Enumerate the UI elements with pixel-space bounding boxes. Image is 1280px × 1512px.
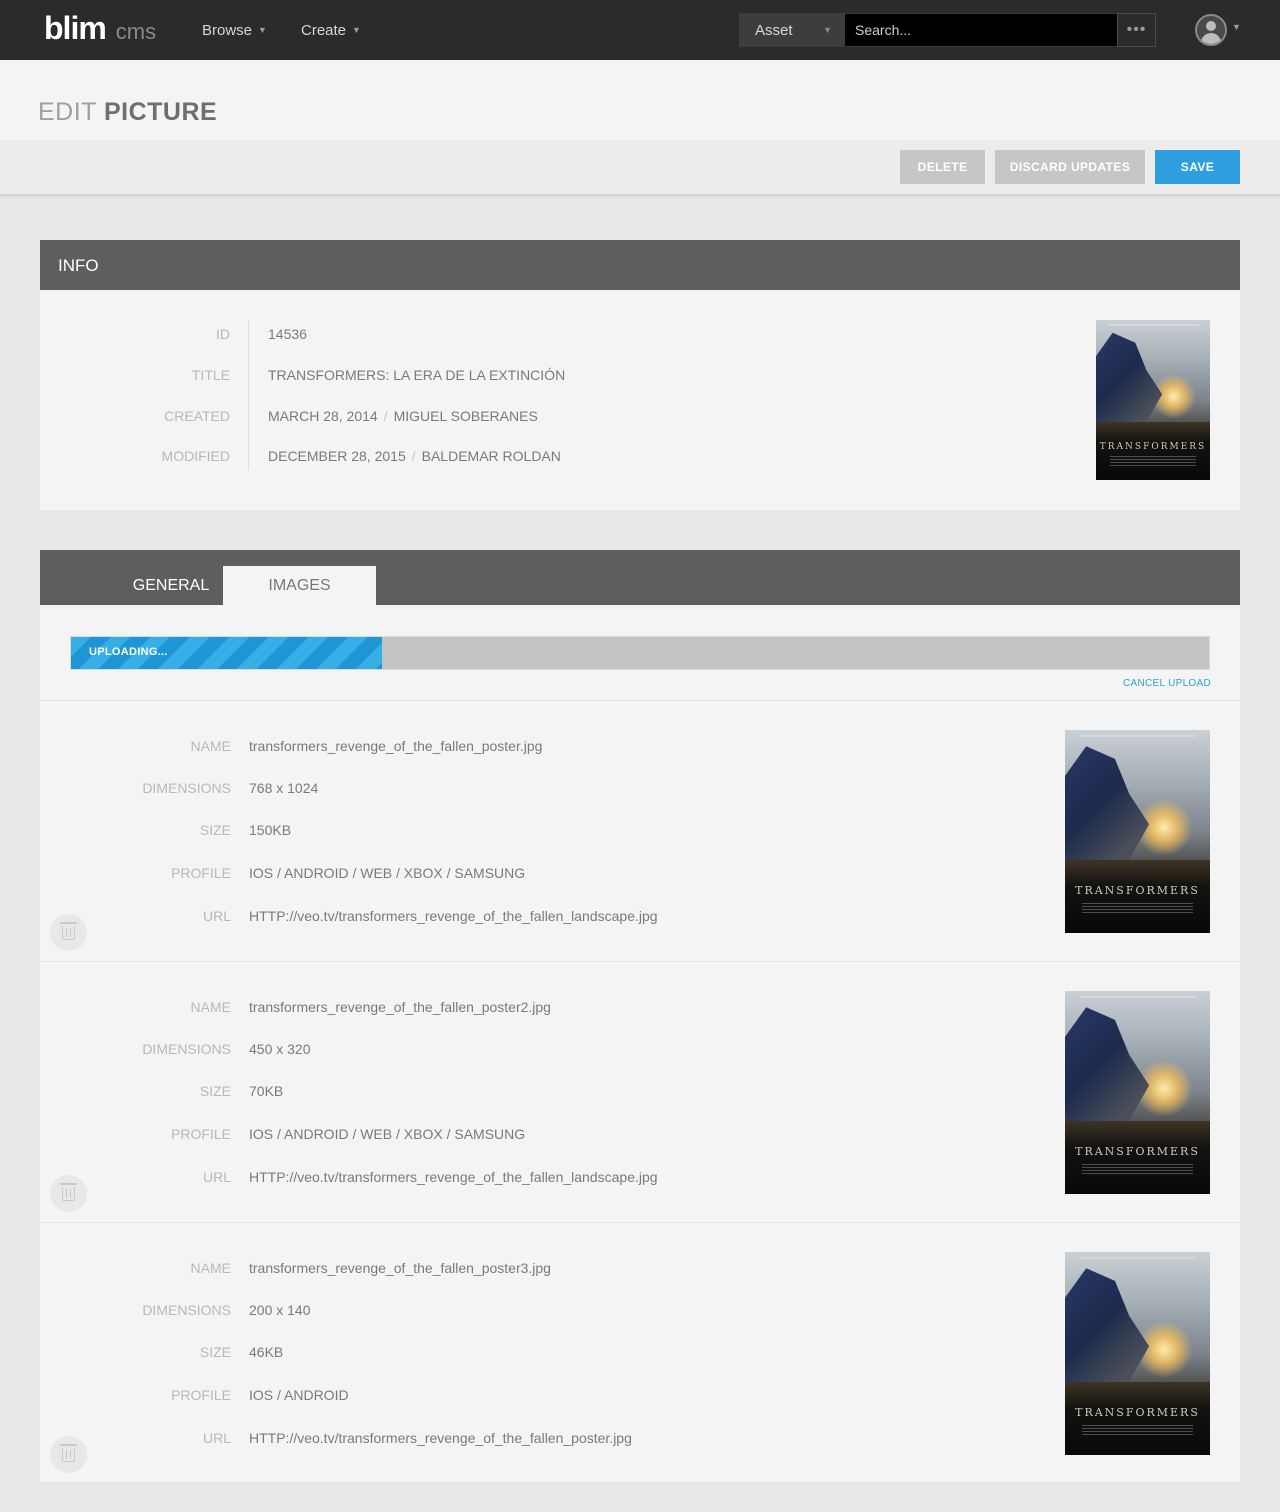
chevron-down-icon: ▼ — [352, 25, 361, 35]
field-label: PROFILE — [171, 865, 231, 881]
image-name: transformers_revenge_of_the_fallen_poste… — [249, 999, 551, 1015]
trash-icon — [60, 921, 77, 940]
image-dimensions: 450 x 320 — [249, 1041, 311, 1057]
cancel-upload-link[interactable]: CANCEL UPLOAD — [1123, 678, 1211, 689]
field-label: NAME — [190, 738, 231, 754]
asset-type-select[interactable]: Asset ▼ — [739, 13, 845, 47]
image-profile: IOS / ANDROID — [249, 1387, 349, 1403]
blim-cms-logo[interactable]: blim cms — [44, 10, 156, 50]
image-thumbnail: TRANSFORMERS — [1065, 991, 1210, 1194]
upload-progress-label: UPLOADING... — [89, 646, 168, 658]
field-label: PROFILE — [171, 1126, 231, 1142]
field-label: SIZE — [199, 822, 231, 838]
image-size: 46KB — [249, 1344, 284, 1360]
top-navbar: blim cms Browse ▼ Create ▼ Asset ▼ ••• ▼ — [0, 0, 1280, 60]
field-label: DIMENSIONS — [142, 780, 231, 796]
image-item: NAME transformers_revenge_of_the_fallen_… — [40, 1223, 1240, 1484]
info-card-body: ID 14536 TITLE TRANSFORMERS: LA ERA DE L… — [40, 290, 1240, 510]
user-avatar[interactable] — [1195, 14, 1227, 46]
delete-image-button[interactable] — [50, 1436, 87, 1473]
image-profile: IOS / ANDROID / WEB / XBOX / SAMSUNG — [249, 1126, 526, 1142]
page-title: EDIT PICTURE — [38, 98, 217, 127]
field-label: PROFILE — [171, 1387, 231, 1403]
info-value: 14536 — [268, 326, 307, 342]
image-url: HTTP://veo.tv/transformers_revenge_of_th… — [249, 1430, 632, 1446]
tab-images[interactable]: IMAGES — [223, 566, 376, 605]
browse-menu-label: Browse — [202, 21, 253, 39]
created-by: MIGUEL SOBERANES — [393, 408, 538, 424]
field-label: SIZE — [199, 1344, 231, 1360]
poster-logo: TRANSFORMERS — [1075, 1145, 1200, 1159]
field-label: DIMENSIONS — [142, 1302, 231, 1318]
page-title-action: EDIT — [38, 98, 97, 126]
chevron-down-icon[interactable]: ▼ — [1232, 22, 1241, 32]
search-group: Asset ▼ ••• — [739, 13, 1156, 47]
separator: / — [383, 408, 388, 424]
logo-sub: cms — [115, 19, 157, 44]
chevron-down-icon: ▼ — [823, 25, 832, 35]
info-card-title: INFO — [58, 256, 99, 275]
image-profile: IOS / ANDROID / WEB / XBOX / SAMSUNG — [249, 865, 526, 881]
discard-updates-button[interactable]: DISCARD UPDATES — [995, 150, 1145, 184]
image-thumbnail: TRANSFORMERS — [1065, 1252, 1210, 1455]
chevron-down-icon: ▼ — [258, 25, 267, 35]
divider — [248, 320, 249, 470]
field-label: NAME — [190, 1260, 231, 1276]
image-name: transformers_revenge_of_the_fallen_poste… — [249, 1260, 551, 1276]
poster-thumbnail: TRANSFORMERS — [1096, 320, 1210, 480]
info-label: MODIFIED — [161, 448, 230, 464]
page-header: EDIT PICTURE — [0, 60, 1280, 140]
info-label: TITLE — [191, 367, 230, 383]
image-url: HTTP://veo.tv/transformers_revenge_of_th… — [249, 908, 658, 924]
trash-icon — [60, 1182, 77, 1201]
image-dimensions: 768 x 1024 — [249, 780, 319, 796]
created-date: MARCH 28, 2014 — [268, 408, 378, 424]
action-bar: DELETE DISCARD UPDATES SAVE — [0, 140, 1280, 194]
info-card-header: INFO — [40, 240, 1240, 290]
poster-logo: TRANSFORMERS — [1099, 441, 1207, 452]
info-value: TRANSFORMERS: LA ERA DE LA EXTINCIÓN — [268, 367, 566, 383]
info-value: MARCH 28, 2014 / MIGUEL SOBERANES — [268, 408, 538, 424]
delete-image-button[interactable] — [50, 914, 87, 951]
save-button[interactable]: SAVE — [1155, 150, 1240, 184]
create-menu[interactable]: Create ▼ — [301, 0, 361, 60]
delete-image-button[interactable] — [50, 1175, 87, 1212]
search-input[interactable] — [845, 13, 1117, 47]
delete-button[interactable]: DELETE — [900, 150, 985, 184]
field-label: DIMENSIONS — [142, 1041, 231, 1057]
image-size: 150KB — [249, 822, 292, 838]
info-label: ID — [216, 326, 230, 342]
trash-icon — [60, 1443, 77, 1462]
tabs-bar: GENERAL IMAGES — [40, 550, 1240, 605]
info-value: DECEMBER 28, 2015 / BALDEMAR ROLDAN — [268, 448, 561, 464]
modified-date: DECEMBER 28, 2015 — [268, 448, 406, 464]
image-size: 70KB — [249, 1083, 284, 1099]
poster-logo: TRANSFORMERS — [1075, 884, 1200, 898]
field-label: SIZE — [199, 1083, 231, 1099]
images-panel: UPLOADING... CANCEL UPLOAD NAME transfor… — [40, 605, 1240, 1482]
poster-logo: TRANSFORMERS — [1075, 1406, 1200, 1420]
asset-type-value: Asset — [755, 21, 793, 39]
browse-menu[interactable]: Browse ▼ — [202, 0, 267, 60]
image-thumbnail: TRANSFORMERS — [1065, 730, 1210, 933]
ellipsis-icon: ••• — [1126, 21, 1147, 38]
separator: / — [411, 448, 416, 464]
image-dimensions: 200 x 140 — [249, 1302, 311, 1318]
info-label: CREATED — [164, 408, 230, 424]
image-item: NAME transformers_revenge_of_the_fallen_… — [40, 701, 1240, 962]
page-title-type: PICTURE — [103, 98, 218, 126]
image-url: HTTP://veo.tv/transformers_revenge_of_th… — [249, 1169, 658, 1185]
modified-by: BALDEMAR ROLDAN — [421, 448, 561, 464]
image-item: NAME transformers_revenge_of_the_fallen_… — [40, 962, 1240, 1223]
upload-progress-bar: UPLOADING... — [70, 636, 1210, 670]
image-name: transformers_revenge_of_the_fallen_poste… — [249, 738, 543, 754]
more-options-button[interactable]: ••• — [1117, 13, 1156, 47]
create-menu-label: Create — [301, 21, 347, 39]
logo-brand: blim — [44, 10, 107, 46]
field-label: NAME — [190, 999, 231, 1015]
